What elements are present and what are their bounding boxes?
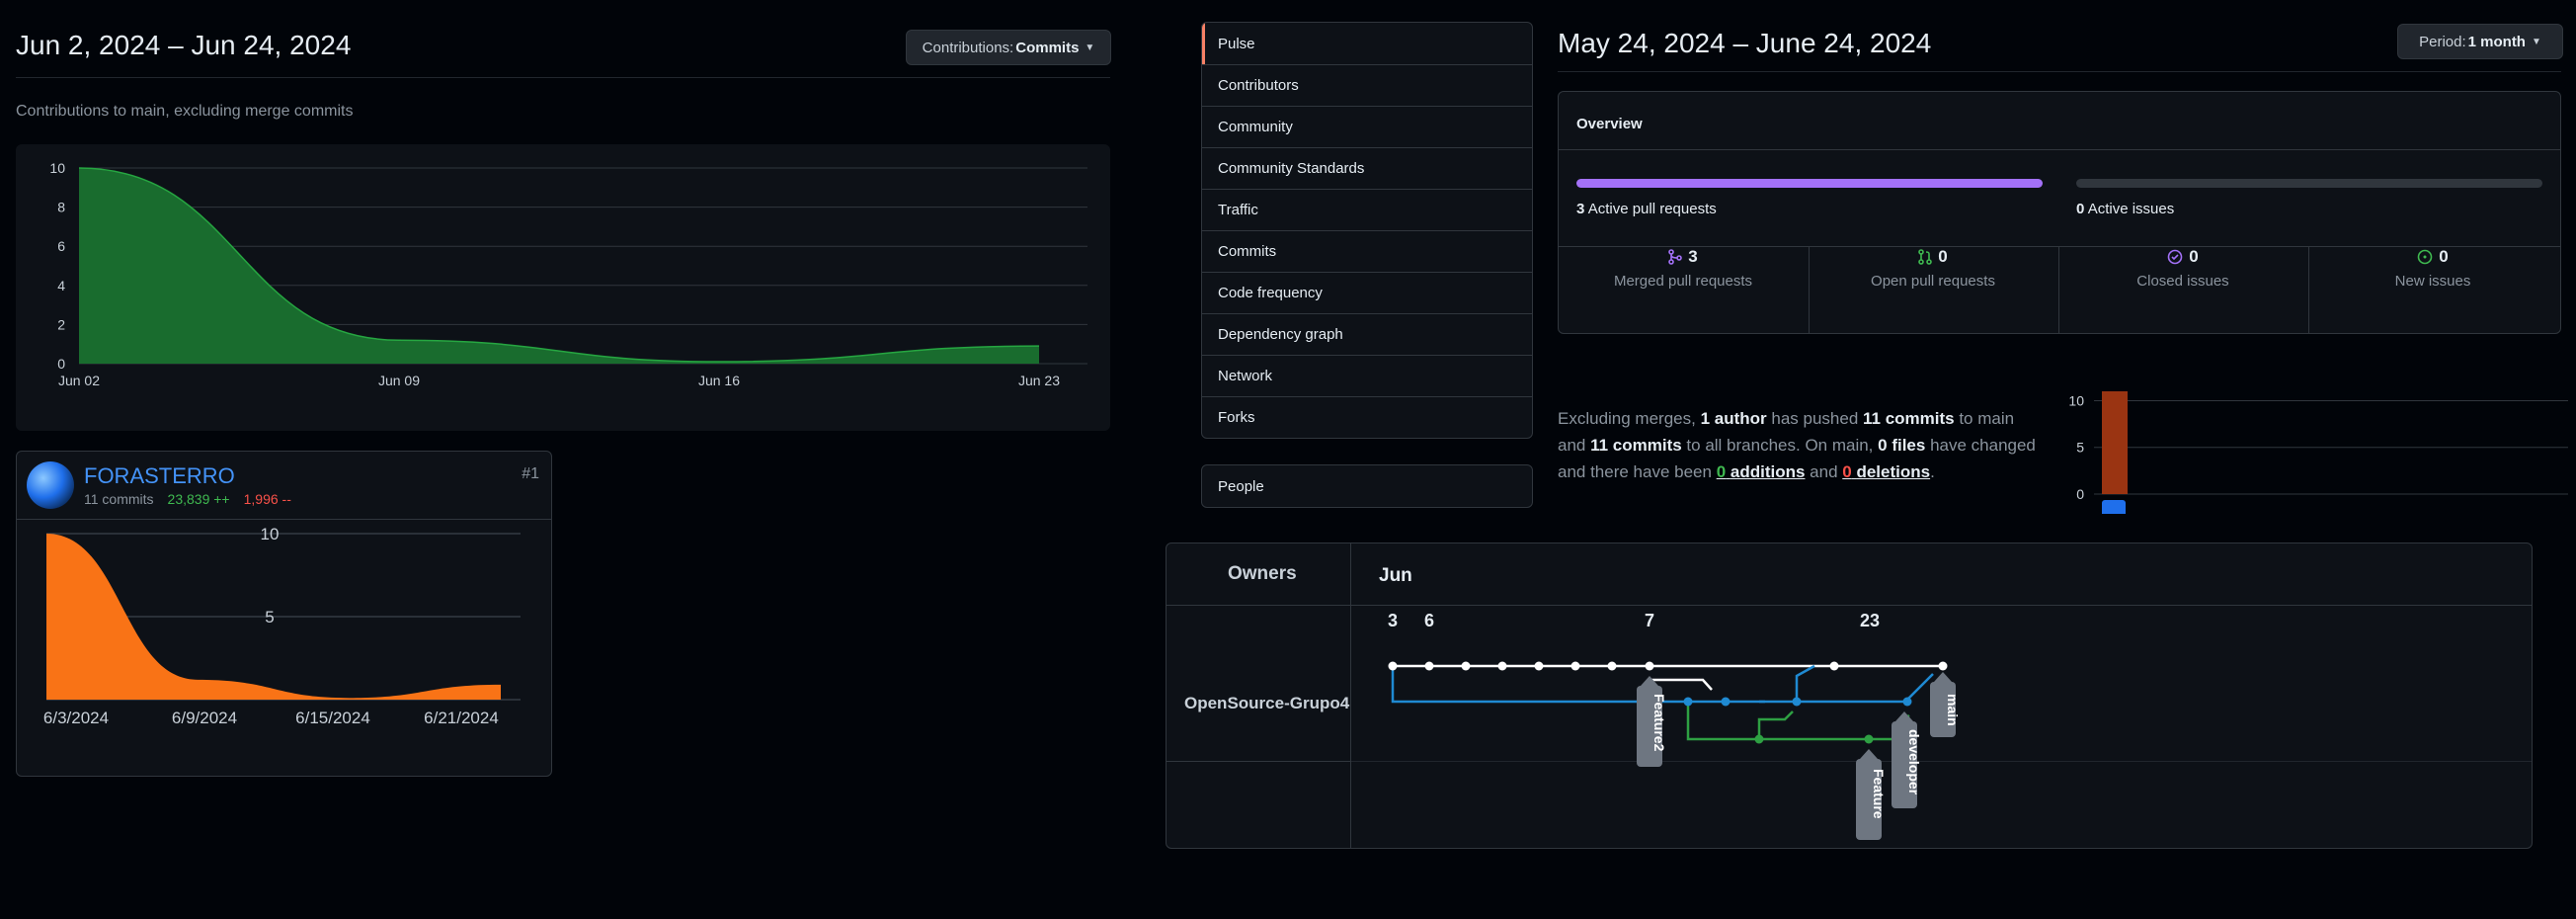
date-label: 7 xyxy=(1645,611,1654,630)
y-tick-label: 4 xyxy=(57,278,65,293)
y-tick-label: 5 xyxy=(2076,440,2084,456)
y-tick-label: 10 xyxy=(49,160,65,176)
chevron-down-icon: ▼ xyxy=(2531,36,2541,47)
avatar[interactable] xyxy=(27,461,74,509)
branch-tag-feature[interactable]: Feature xyxy=(1856,749,1887,840)
owners-header: Owners xyxy=(1228,563,1297,584)
page-title: Jun 2, 2024 – Jun 24, 2024 xyxy=(16,30,352,60)
y-tick-label: 10 xyxy=(2068,392,2084,408)
issue-icon xyxy=(2417,249,2433,265)
svg-text:developer: developer xyxy=(1906,729,1922,795)
svg-text:Feature: Feature xyxy=(1871,769,1887,819)
bar xyxy=(2102,391,2128,494)
contributions-chart: 0 2 4 6 8 10 Jun 02 Jun 09 Jun 16 Jun 23 xyxy=(49,160,1087,388)
overview-title: Overview xyxy=(1576,116,1643,132)
contributor-commits[interactable]: 11 commits xyxy=(84,491,154,507)
stat-open-prs[interactable]: 0 Open pull requests xyxy=(1809,247,2057,290)
contributor-chart: 5 10 6/3/2024 6/9/2024 6/15/2024 6/21/2024 xyxy=(43,525,521,727)
branch-tag-feature2[interactable]: Feature2 xyxy=(1637,676,1667,767)
author-avatar xyxy=(2102,500,2126,514)
svg-text:Feature2: Feature2 xyxy=(1651,694,1667,752)
nav-item-commits[interactable]: Commits xyxy=(1202,230,1532,272)
pr-icon xyxy=(1918,249,1933,265)
y-tick-label: 2 xyxy=(57,316,65,332)
x-tick-label: 6/21/2024 xyxy=(424,709,499,727)
period-dropdown[interactable]: Period: 1 month ▼ xyxy=(2397,24,2563,59)
nav-item-people[interactable]: People xyxy=(1202,465,1532,507)
people-nav: People xyxy=(1201,464,1533,508)
nav-item-pulse[interactable]: Pulse xyxy=(1202,23,1532,64)
active-prs[interactable]: 3 Active pull requests xyxy=(1576,201,1717,217)
contributions-dropdown[interactable]: Contributions: Commits ▼ xyxy=(906,30,1111,65)
contributions-value: Commits xyxy=(1015,39,1080,56)
deletions-link[interactable]: 0 deletions xyxy=(1842,462,1930,481)
nav-item-community-standards[interactable]: Community Standards xyxy=(1202,147,1532,189)
y-tick-label: 5 xyxy=(265,608,274,627)
nav-item-traffic[interactable]: Traffic xyxy=(1202,189,1532,230)
nav-item-code-frequency[interactable]: Code frequency xyxy=(1202,272,1532,313)
contributor-card: FORASTERRO #1 11 commits 23,839 ++ 1,996… xyxy=(16,451,552,777)
nav-item-community[interactable]: Community xyxy=(1202,106,1532,147)
nav-item-forks[interactable]: Forks xyxy=(1202,396,1532,438)
svg-text:main: main xyxy=(1945,694,1961,726)
date-label: 6 xyxy=(1424,611,1434,630)
branch-line-main xyxy=(1393,664,1943,691)
stat-merged-prs[interactable]: 3 Merged pull requests xyxy=(1559,247,1808,290)
date-label: 3 xyxy=(1388,611,1398,630)
x-tick-label: Jun 23 xyxy=(1018,373,1060,388)
additions-link[interactable]: 0 additions xyxy=(1717,462,1806,481)
nav-item-contributors[interactable]: Contributors xyxy=(1202,64,1532,106)
active-issues[interactable]: 0 Active issues xyxy=(2076,201,2174,217)
branch-tag-developer[interactable]: developer xyxy=(1892,711,1922,808)
pulse-title: May 24, 2024 – June 24, 2024 xyxy=(1558,28,1932,58)
period-value: 1 month xyxy=(2467,33,2526,50)
area-series xyxy=(79,168,1039,364)
y-tick-label: 6 xyxy=(57,238,65,254)
author-commits-chart: 0 5 10 xyxy=(2068,391,2568,514)
x-tick-label: 6/9/2024 xyxy=(172,709,237,727)
contributions-chart-panel: 0 2 4 6 8 10 Jun 02 Jun 09 Jun 16 Jun 23 xyxy=(16,144,1110,431)
contributions-prefix: Contributions: xyxy=(922,39,1014,56)
nav-item-dependency-graph[interactable]: Dependency graph xyxy=(1202,313,1532,355)
owner-label[interactable]: OpenSource-Grupo4 xyxy=(1184,694,1349,713)
commit-summary: Excluding merges, 1 author has pushed 11… xyxy=(1558,409,2036,481)
chart-subtitle: Contributions to main, excluding merge c… xyxy=(16,103,354,120)
contributor-additions: 23,839 ++ xyxy=(167,491,230,507)
contributor-name[interactable]: FORASTERRO xyxy=(84,463,235,489)
contributor-rank: #1 xyxy=(522,465,539,482)
x-tick-label: Jun 09 xyxy=(378,373,420,388)
merge-icon xyxy=(1668,249,1683,265)
stat-new-issues[interactable]: 0 New issues xyxy=(2308,247,2557,290)
x-tick-label: 6/3/2024 xyxy=(43,709,109,727)
chevron-down-icon: ▼ xyxy=(1085,42,1095,53)
pr-progress-bar xyxy=(1576,179,2043,188)
y-tick-label: 10 xyxy=(261,525,280,543)
overview-box: Overview 3 Active pull requests 0 Active… xyxy=(1558,91,2561,334)
x-tick-label: Jun 02 xyxy=(58,373,100,388)
y-tick-label: 8 xyxy=(57,200,65,215)
branch-line-feature xyxy=(1686,702,1910,741)
issues-progress-bar xyxy=(2076,179,2542,188)
network-graph[interactable]: 3 6 7 23 Feature2 Feature developer main xyxy=(1350,603,2536,919)
y-tick-label: 0 xyxy=(2076,486,2084,502)
x-tick-label: 6/15/2024 xyxy=(295,709,370,727)
insights-nav: Pulse Contributors Community Community Stan… xyxy=(1201,22,1533,439)
stat-closed-issues[interactable]: 0 Closed issues xyxy=(2058,247,2307,290)
contributor-deletions: 1,996 -- xyxy=(243,491,291,507)
date-label: 23 xyxy=(1860,611,1880,630)
y-tick-label: 0 xyxy=(57,356,65,372)
nav-item-network[interactable]: Network xyxy=(1202,355,1532,396)
branch-tag-main[interactable]: main xyxy=(1930,672,1961,737)
month-label: Jun xyxy=(1379,565,1412,586)
check-circle-icon xyxy=(2167,249,2183,265)
period-prefix: Period: xyxy=(2419,33,2466,50)
x-tick-label: Jun 16 xyxy=(698,373,740,388)
